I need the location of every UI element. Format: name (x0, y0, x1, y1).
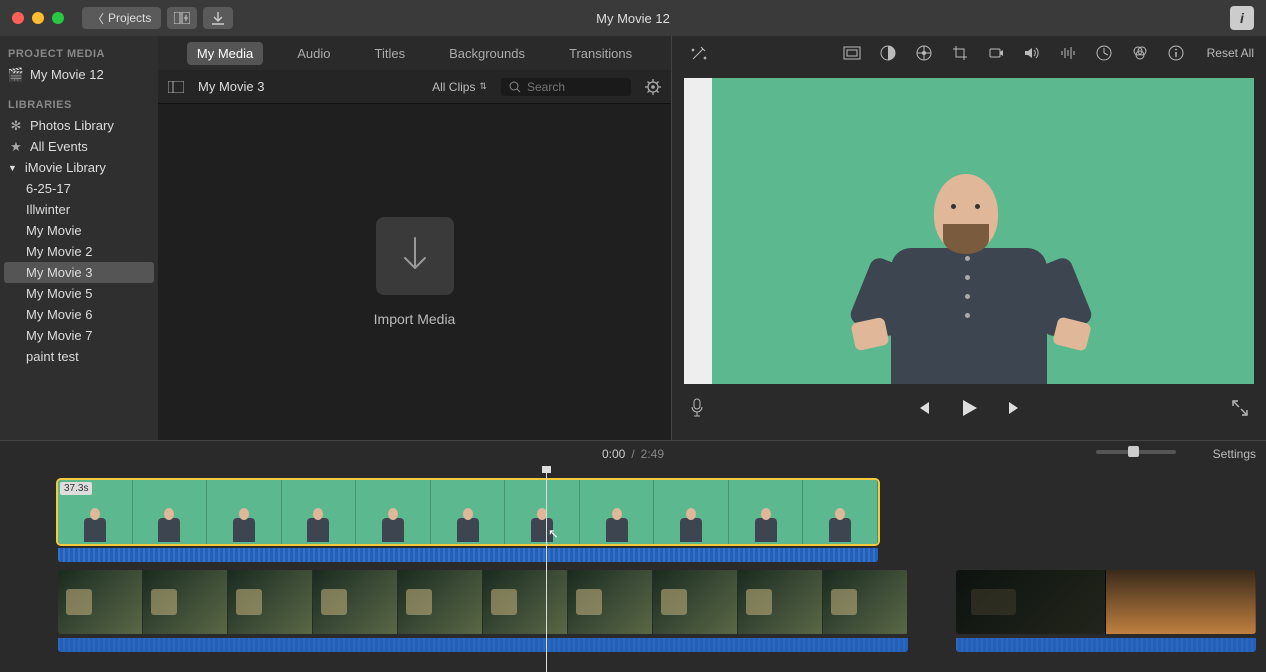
event-item[interactable]: paint test (0, 346, 158, 367)
clip-broll-1[interactable] (58, 570, 908, 634)
event-item[interactable]: My Movie 6 (0, 304, 158, 325)
imovie-library-item[interactable]: ▼ iMovie Library (0, 157, 158, 178)
event-item[interactable]: My Movie 7 (0, 325, 158, 346)
project-name: My Movie 12 (30, 67, 104, 82)
crop-icon[interactable] (951, 44, 969, 62)
search-input[interactable] (527, 80, 617, 94)
browser-event-title: My Movie 3 (198, 79, 264, 94)
zoom-window-button[interactable] (52, 12, 64, 24)
reset-all-button[interactable]: Reset All (1207, 46, 1254, 60)
sidebar-toggle-icon[interactable] (168, 81, 184, 93)
zoom-slider[interactable] (1096, 450, 1176, 454)
browser-tabs: My Media Audio Titles Backgrounds Transition… (158, 36, 671, 70)
viewer-panel: Reset All (672, 36, 1266, 440)
event-item[interactable]: My Movie 5 (0, 283, 158, 304)
color-correction-icon[interactable] (879, 44, 897, 62)
minimize-window-button[interactable] (32, 12, 44, 24)
prev-frame-button[interactable] (915, 400, 931, 416)
import-media-label: Import Media (374, 311, 456, 327)
tab-transitions[interactable]: Transitions (559, 42, 642, 65)
video-track-2b (956, 570, 1256, 634)
audio-track-1[interactable] (58, 548, 878, 562)
flower-icon: ✻ (8, 119, 24, 133)
play-button[interactable] (959, 398, 979, 418)
video-track-2a (58, 570, 908, 634)
audio-track-2a[interactable] (58, 638, 908, 652)
window-title: My Movie 12 (596, 11, 670, 26)
clip-info-icon[interactable] (1167, 44, 1185, 62)
preview-subject (839, 174, 1099, 384)
disclosure-triangle-icon[interactable]: ▼ (8, 163, 17, 173)
speed-icon[interactable] (1095, 44, 1113, 62)
time-display-row: 0:00 / 2:49 Settings (0, 440, 1266, 466)
event-item[interactable]: 6-25-17 (0, 178, 158, 199)
info-button[interactable]: i (1230, 6, 1254, 30)
gear-icon[interactable] (645, 79, 661, 95)
event-item[interactable]: My Movie 3 (4, 262, 154, 283)
projects-back-button[interactable]: 〈 Projects (82, 7, 161, 29)
import-drop-area[interactable]: Import Media (158, 104, 671, 440)
sidebar: PROJECT MEDIA 🎬 My Movie 12 LIBRARIES ✻ … (0, 36, 158, 440)
close-window-button[interactable] (12, 12, 24, 24)
enhance-wand-icon[interactable] (690, 44, 708, 62)
viewer-toolbar: Reset All (672, 36, 1266, 70)
library-list-button[interactable] (167, 7, 197, 29)
cursor-icon: ↖ (548, 526, 559, 542)
photos-library-item[interactable]: ✻ Photos Library (0, 115, 158, 136)
tab-my-media[interactable]: My Media (187, 42, 263, 65)
next-frame-button[interactable] (1007, 400, 1023, 416)
clip-duration-badge: 37.3s (60, 482, 92, 495)
clapper-icon: 🎬 (8, 68, 24, 82)
projects-label: Projects (108, 11, 151, 25)
color-balance-icon[interactable] (843, 44, 861, 62)
clip-broll-2[interactable] (956, 570, 1256, 634)
event-item[interactable]: Illwinter (0, 199, 158, 220)
viewer-preview[interactable] (684, 78, 1254, 384)
playhead[interactable] (546, 466, 547, 672)
video-track-1: 37.3s (58, 480, 1256, 544)
timeline-settings-button[interactable]: Settings (1213, 447, 1256, 461)
clip-filter-icon[interactable] (1131, 44, 1149, 62)
current-time: 0:00 (602, 447, 625, 461)
timeline[interactable]: ↖ 37.3s (0, 466, 1266, 672)
audio-track-2b[interactable] (956, 638, 1256, 652)
tab-titles[interactable]: Titles (365, 42, 416, 65)
tab-backgrounds[interactable]: Backgrounds (439, 42, 535, 65)
all-events-item[interactable]: ★ All Events (0, 136, 158, 157)
event-item[interactable]: My Movie (0, 220, 158, 241)
zoom-thumb[interactable] (1128, 446, 1139, 457)
window-controls (12, 12, 64, 24)
playback-controls (672, 388, 1266, 428)
whitewall (684, 78, 712, 384)
media-browser: My Media Audio Titles Backgrounds Transition… (158, 36, 672, 440)
import-button[interactable] (203, 7, 233, 29)
noise-reduction-icon[interactable] (1059, 44, 1077, 62)
search-field[interactable] (501, 78, 631, 96)
total-duration: 2:49 (641, 447, 664, 461)
clip-filter-dropdown[interactable]: All Clips ⇅ (432, 80, 487, 94)
clip-greenscreen[interactable]: 37.3s (58, 480, 878, 544)
titlebar: 〈 Projects My Movie 12 i (0, 0, 1266, 36)
event-item[interactable]: My Movie 2 (0, 241, 158, 262)
search-icon (509, 81, 521, 93)
updown-icon: ⇅ (479, 81, 487, 92)
volume-icon[interactable] (1023, 44, 1041, 62)
voiceover-mic-icon[interactable] (690, 398, 704, 418)
browser-toolbar: My Movie 3 All Clips ⇅ (158, 70, 671, 104)
chevron-left-icon: 〈 (92, 10, 104, 27)
project-media-header: PROJECT MEDIA (0, 44, 158, 64)
color-wheel-icon[interactable] (915, 44, 933, 62)
fullscreen-button[interactable] (1232, 400, 1248, 416)
import-media-button[interactable] (376, 217, 454, 295)
libraries-header: LIBRARIES (0, 95, 158, 115)
tab-audio[interactable]: Audio (287, 42, 340, 65)
star-icon: ★ (8, 140, 24, 154)
stabilization-icon[interactable] (987, 44, 1005, 62)
project-media-item[interactable]: 🎬 My Movie 12 (0, 64, 158, 85)
